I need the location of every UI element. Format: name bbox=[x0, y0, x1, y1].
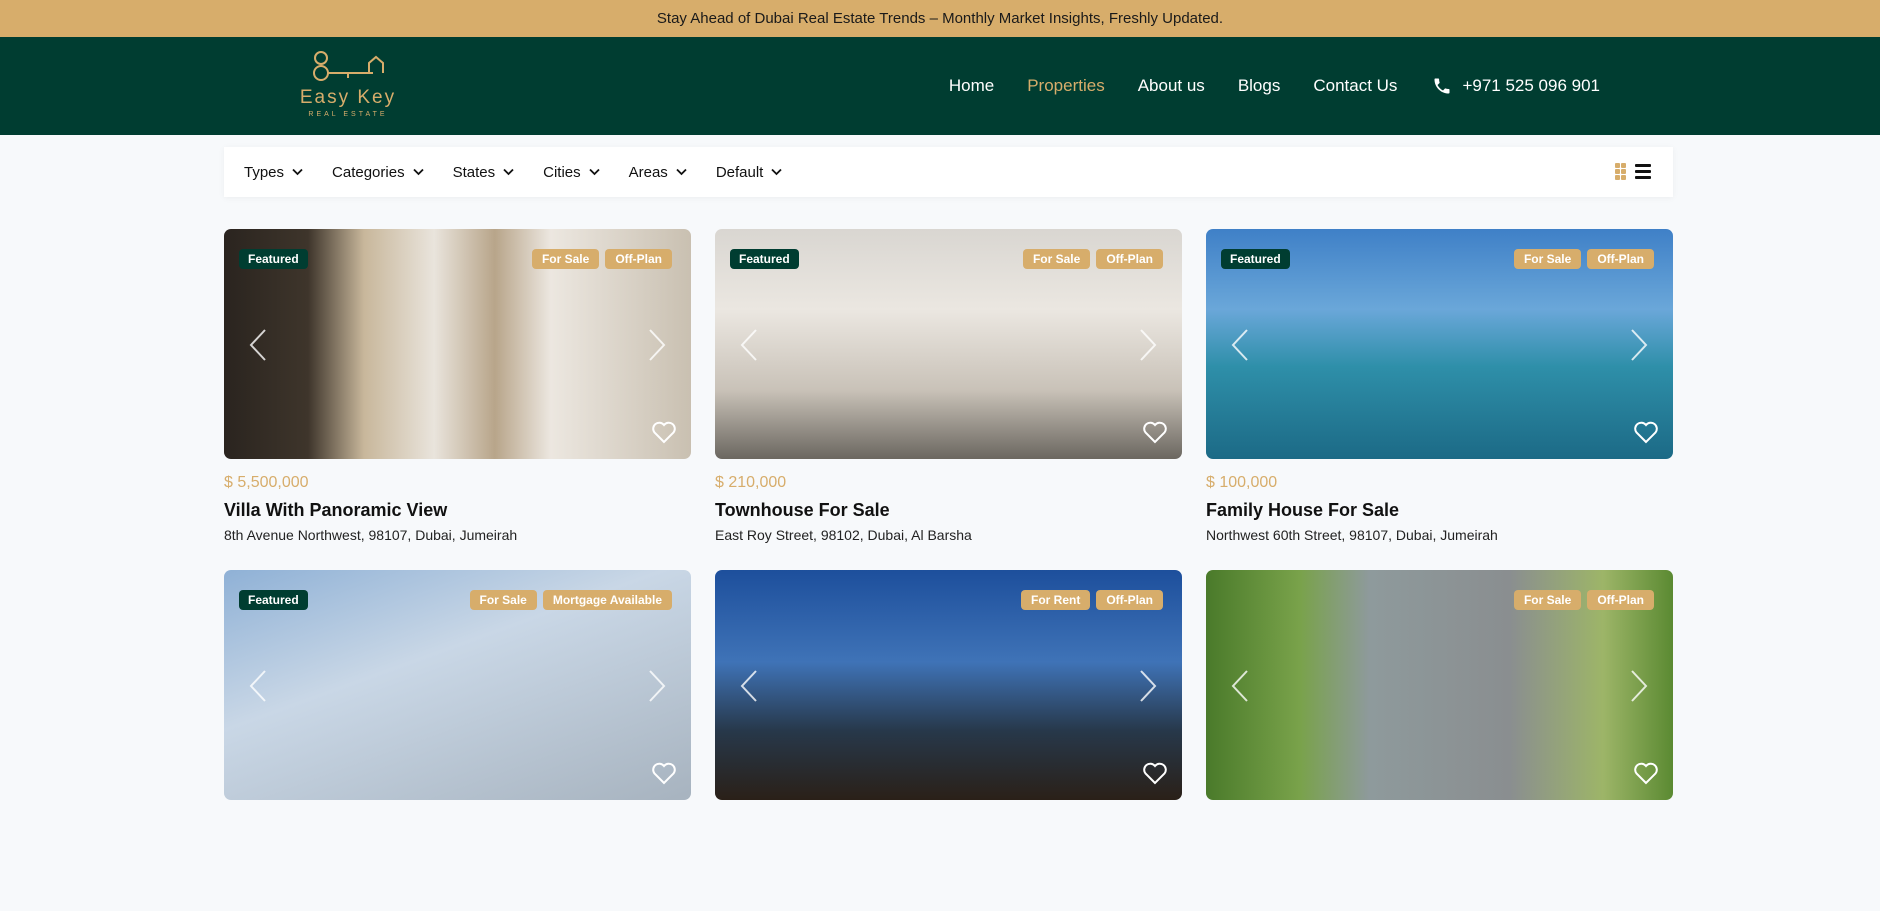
filter-categories[interactable]: Categories bbox=[332, 164, 424, 181]
status-tag: For Sale bbox=[469, 590, 537, 610]
status-tag: For Sale bbox=[1513, 590, 1582, 610]
property-card[interactable]: Featured For Sale Off-Plan $ 210,000 Tow… bbox=[715, 229, 1182, 570]
logo[interactable]: Easy Key REAL ESTATE bbox=[298, 49, 398, 127]
featured-badge: Featured bbox=[239, 590, 308, 610]
main-nav: Home Properties About us Blogs Contact U… bbox=[949, 37, 1600, 135]
status-tag: Off-Plan bbox=[1587, 249, 1654, 269]
filter-areas[interactable]: Areas bbox=[629, 164, 687, 181]
status-tag: Mortgage Available bbox=[542, 590, 672, 610]
property-card[interactable]: Featured For Sale Off-Plan $ 5,500,000 V… bbox=[224, 229, 691, 570]
chevron-right-icon[interactable] bbox=[1138, 327, 1158, 363]
chevron-left-icon[interactable] bbox=[248, 327, 268, 363]
heart-icon[interactable] bbox=[1633, 761, 1659, 785]
phone-number: +971 525 096 901 bbox=[1462, 76, 1600, 95]
property-address: East Roy Street, 98102, Dubai, Al Barsha bbox=[715, 527, 972, 543]
property-address: Northwest 60th Street, 98107, Dubai, Jum… bbox=[1206, 527, 1498, 543]
heart-icon[interactable] bbox=[651, 761, 677, 785]
promo-text: Stay Ahead of Dubai Real Estate Trends –… bbox=[656, 10, 1224, 27]
heart-icon[interactable] bbox=[1142, 761, 1168, 785]
property-title[interactable]: Villa With Panoramic View bbox=[224, 500, 691, 521]
property-card[interactable]: For Rent Off-Plan bbox=[715, 570, 1182, 911]
nav-home[interactable]: Home bbox=[949, 76, 994, 96]
chevron-down-icon bbox=[503, 168, 514, 176]
property-address: 8th Avenue Northwest, 98107, Dubai, Jume… bbox=[224, 527, 518, 543]
property-price: $ 5,500,000 bbox=[224, 474, 309, 491]
chevron-right-icon[interactable] bbox=[647, 668, 667, 704]
property-title[interactable]: Family House For Sale bbox=[1206, 500, 1673, 521]
status-tag: Off-Plan bbox=[1096, 590, 1163, 610]
property-card[interactable]: Featured For Sale Mortgage Available bbox=[224, 570, 691, 911]
heart-icon[interactable] bbox=[1633, 420, 1659, 444]
filter-label: States bbox=[452, 163, 496, 181]
filter-sort[interactable]: Default bbox=[716, 164, 783, 181]
property-price: $ 100,000 bbox=[1206, 474, 1278, 491]
phone-link[interactable]: +971 525 096 901 bbox=[1432, 76, 1600, 96]
list-view-icon[interactable] bbox=[1635, 164, 1651, 179]
site-header: Easy Key REAL ESTATE Home Properties Abo… bbox=[0, 37, 1880, 135]
property-image-carousel[interactable]: Featured For Sale Mortgage Available bbox=[224, 570, 691, 800]
property-grid: Featured For Sale Off-Plan $ 5,500,000 V… bbox=[224, 229, 1673, 911]
status-tag: Off-Plan bbox=[1587, 590, 1654, 610]
status-tag: For Sale bbox=[1513, 249, 1582, 269]
chevron-right-icon[interactable] bbox=[647, 327, 667, 363]
phone-icon bbox=[1434, 78, 1450, 94]
chevron-down-icon bbox=[588, 168, 600, 176]
logo-subtitle: REAL ESTATE bbox=[308, 111, 388, 118]
status-tag: For Sale bbox=[531, 249, 600, 269]
filter-bar: Types Categories States Cities Areas Def… bbox=[224, 147, 1673, 197]
filter-label: Areas bbox=[628, 163, 668, 181]
heart-icon[interactable] bbox=[1142, 420, 1168, 444]
chevron-left-icon[interactable] bbox=[248, 668, 268, 704]
property-price: $ 210,000 bbox=[715, 474, 787, 491]
status-tag: For Rent bbox=[1020, 590, 1091, 610]
property-image-carousel[interactable]: For Sale Off-Plan bbox=[1206, 570, 1673, 800]
status-tag: Off-Plan bbox=[1096, 249, 1163, 269]
chevron-left-icon[interactable] bbox=[739, 327, 759, 363]
featured-badge: Featured bbox=[239, 249, 308, 269]
property-title[interactable]: Townhouse For Sale bbox=[715, 500, 1182, 521]
property-image-carousel[interactable]: Featured For Sale Off-Plan bbox=[1206, 229, 1673, 459]
featured-badge: Featured bbox=[1221, 249, 1290, 269]
filter-label: Default bbox=[715, 163, 764, 181]
nav-properties[interactable]: Properties bbox=[1027, 76, 1104, 96]
property-image-carousel[interactable]: Featured For Sale Off-Plan bbox=[715, 229, 1182, 459]
view-toggle bbox=[1615, 163, 1651, 180]
chevron-down-icon bbox=[676, 168, 687, 176]
grid-view-icon[interactable] bbox=[1615, 163, 1627, 180]
nav-about-us[interactable]: About us bbox=[1138, 76, 1205, 96]
chevron-down-icon bbox=[771, 168, 782, 176]
chevron-right-icon[interactable] bbox=[1629, 327, 1649, 363]
status-tag: For Sale bbox=[1022, 249, 1091, 269]
filter-label: Categories bbox=[332, 163, 405, 181]
property-image-carousel[interactable]: Featured For Sale Off-Plan bbox=[224, 229, 691, 459]
nav-blogs[interactable]: Blogs bbox=[1238, 76, 1281, 96]
chevron-right-icon[interactable] bbox=[1629, 668, 1649, 704]
featured-badge: Featured bbox=[730, 249, 799, 269]
chevron-right-icon[interactable] bbox=[1138, 668, 1158, 704]
logo-name: Easy Key bbox=[299, 87, 397, 108]
property-card[interactable]: Featured For Sale Off-Plan $ 100,000 Fam… bbox=[1206, 229, 1673, 570]
chevron-down-icon bbox=[292, 168, 303, 176]
chevron-down-icon bbox=[412, 168, 424, 176]
promo-banner: Stay Ahead of Dubai Real Estate Trends –… bbox=[0, 0, 1880, 37]
heart-icon[interactable] bbox=[651, 420, 677, 444]
property-image-carousel[interactable]: For Rent Off-Plan bbox=[715, 570, 1182, 800]
filter-label: Types bbox=[244, 163, 285, 181]
chevron-left-icon[interactable] bbox=[1230, 327, 1250, 363]
filter-states[interactable]: States bbox=[453, 164, 515, 181]
key-logo-icon bbox=[313, 51, 384, 81]
property-card[interactable]: For Sale Off-Plan bbox=[1206, 570, 1673, 911]
filter-types[interactable]: Types bbox=[244, 164, 303, 181]
filter-label: Cities bbox=[543, 163, 581, 181]
status-tag: Off-Plan bbox=[605, 249, 672, 269]
chevron-left-icon[interactable] bbox=[739, 668, 759, 704]
chevron-left-icon[interactable] bbox=[1230, 668, 1250, 704]
filter-cities[interactable]: Cities bbox=[543, 164, 600, 181]
nav-contact-us[interactable]: Contact Us bbox=[1313, 76, 1397, 96]
